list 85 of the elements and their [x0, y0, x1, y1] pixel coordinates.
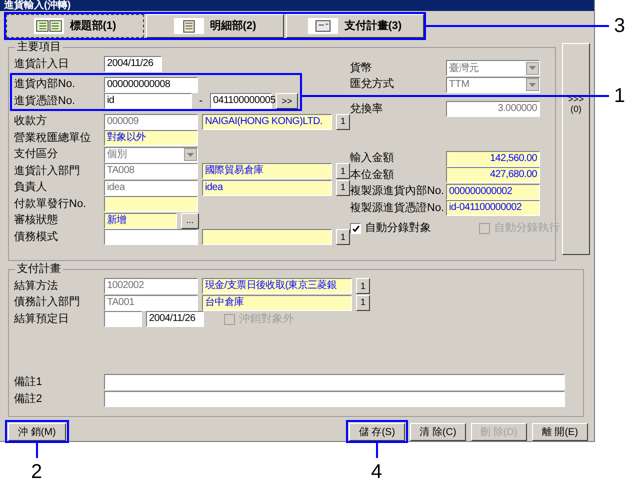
input-field[interactable]: 1002002 — [104, 278, 198, 294]
field-label: 付款單發行No. — [14, 198, 86, 211]
input-field[interactable]: 142,560.00 — [446, 150, 540, 167]
expand-button[interactable]: >>> (0) — [562, 43, 590, 255]
input-field[interactable]: 國際貿易倉庫 — [202, 163, 332, 180]
input-field[interactable]: 000009 — [104, 114, 198, 130]
field-label: 貨幣 — [350, 62, 372, 75]
input-field[interactable] — [202, 229, 332, 246]
input-field[interactable]: 000000000002 — [446, 184, 540, 200]
field-label: 複製源進貨內部No. — [350, 185, 444, 198]
input-field[interactable]: idea — [202, 180, 332, 196]
field-label: 債務模式 — [14, 230, 58, 244]
field-label: 進貨計入部門 — [14, 164, 80, 178]
field-label: 進貨計入日 — [14, 58, 69, 71]
input-field[interactable]: idea — [104, 180, 198, 196]
callout-number: 2 — [31, 461, 42, 483]
input-field[interactable]: 對象以外 — [104, 130, 198, 146]
field-label: 本位金額 — [350, 168, 394, 182]
field-label: 備註2 — [14, 392, 42, 407]
lookup-button[interactable]: 1 — [336, 114, 350, 130]
input-field[interactable]: id-041100000002 — [446, 200, 540, 216]
callout-number: 4 — [371, 461, 382, 483]
field-label: 負責人 — [14, 181, 47, 194]
lookup-button[interactable]: 1 — [356, 294, 370, 311]
callout-box — [5, 420, 69, 443]
input-field[interactable]: TA008 — [104, 163, 198, 180]
dropdown[interactable]: 臺灣元 — [446, 60, 540, 76]
separator-text: - — [198, 94, 204, 110]
dropdown[interactable]: 個別 — [104, 146, 198, 163]
document-icon — [174, 18, 204, 34]
input-field[interactable]: 000000000008 — [104, 76, 198, 93]
field-label: 營業稅匯總單位 — [14, 132, 91, 145]
input-field[interactable]: 現金/支票日後收取(東京三菱銀 — [202, 278, 352, 294]
callout-number: 3 — [614, 15, 626, 37]
field-label: 進貨憑證No. — [14, 94, 76, 108]
input-field[interactable]: id — [104, 93, 192, 110]
input-field[interactable] — [104, 374, 565, 390]
field-label: 收款方 — [14, 115, 47, 128]
input-field[interactable]: 2004/11/26 — [104, 56, 162, 72]
callout-number: 1 — [614, 85, 626, 107]
input-field[interactable] — [104, 311, 142, 328]
callout-line — [376, 443, 378, 458]
field-label: 支付區分 — [14, 148, 58, 162]
field-label: 結算方法 — [14, 280, 58, 293]
action-button[interactable]: 清 除(C) — [410, 423, 466, 441]
action-button[interactable]: 儲 存(S) — [349, 423, 405, 441]
tab[interactable]: 標題部(1) — [6, 14, 144, 38]
input-field[interactable] — [104, 196, 198, 212]
lookup-button[interactable]: 1 — [356, 278, 370, 294]
input-field[interactable]: 2004/11/26 — [146, 311, 204, 328]
group-legend: 支付計畫 — [15, 263, 63, 275]
field-label: 輸入金額 — [350, 152, 394, 166]
field-label: 匯兌方式 — [350, 78, 394, 92]
lookup-button[interactable]: 1 — [336, 180, 350, 196]
field-label: 進貨內部No. — [14, 78, 76, 92]
input-field[interactable]: TA001 — [104, 294, 198, 311]
field-label: 審核狀態 — [14, 214, 58, 228]
checkbox[interactable] — [350, 223, 361, 234]
checkbox-label: 自動分錄對象 — [365, 221, 431, 236]
callout-box — [346, 420, 408, 443]
lookup-button[interactable]: ... — [181, 212, 199, 229]
lookup-button[interactable]: 1 — [336, 163, 350, 180]
lookup-button[interactable]: >> — [276, 93, 298, 110]
input-field[interactable] — [104, 229, 198, 246]
tab[interactable]: 明細部(2) — [146, 14, 284, 38]
field-label: 複製源進貨憑證No. — [350, 202, 444, 215]
field-label: 備註1 — [14, 374, 42, 390]
action-button[interactable]: 離 開(E) — [532, 423, 588, 441]
callout-line — [36, 443, 38, 458]
input-field[interactable]: NAIGAI(HONG KONG)LTD. — [202, 114, 332, 130]
input-field[interactable] — [104, 391, 565, 407]
group-legend: 主要項目 — [15, 41, 63, 53]
card-icon — [308, 18, 338, 34]
field-label: 結算預定日 — [14, 312, 69, 326]
action-button[interactable]: 沖 銷(M) — [8, 423, 66, 441]
lookup-button[interactable]: 1 — [336, 229, 350, 246]
field-label: 債務計入部門 — [14, 296, 80, 310]
input-field[interactable]: 427,680.00 — [446, 167, 540, 184]
input-field[interactable]: 新增 — [104, 212, 177, 229]
dropdown[interactable]: TTM — [446, 76, 540, 93]
field-label: 兌換率 — [350, 102, 383, 116]
input-field[interactable]: 3.000000 — [446, 101, 540, 118]
book-icon — [34, 18, 64, 34]
input-field[interactable]: 台中倉庫 — [202, 294, 352, 311]
tab[interactable]: 支付計畫(3) — [286, 14, 424, 38]
